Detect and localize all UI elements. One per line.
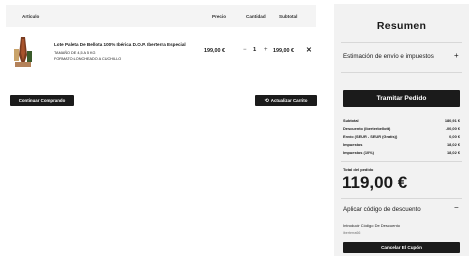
continue-shopping-button[interactable]: Continuar Comprando <box>10 95 74 106</box>
totals-label: Impuestos <box>343 142 363 147</box>
totals-value: 180,91 € <box>444 118 460 123</box>
checkout-button[interactable]: Tramitar Pedido <box>343 90 460 107</box>
divider <box>341 42 462 43</box>
quantity-increase-button[interactable]: + <box>264 47 268 53</box>
totals-value: -00,00 € <box>445 126 460 131</box>
shipping-estimate-toggle-label[interactable]: Estimación de envío e impuestos <box>343 53 434 60</box>
collapse-icon[interactable]: − <box>454 203 459 212</box>
header-subtotal: Subtotal <box>279 14 298 19</box>
totals-label: Subtotal <box>343 118 359 123</box>
product-subtotal: 199,00 € <box>273 48 294 54</box>
refresh-icon: ⟲ <box>264 97 269 104</box>
update-cart-button[interactable]: ⟲ Actualizar Carrito <box>255 95 317 106</box>
totals-label: Impuestos (10%) <box>343 150 374 155</box>
header-price: Precio <box>212 14 227 19</box>
expand-icon[interactable]: + <box>454 51 459 60</box>
product-format: FORMATO:LONCHEADO A CUCHILLO <box>54 57 122 61</box>
cancel-coupon-button[interactable]: Cancelar El Cupón <box>343 242 460 253</box>
remove-item-icon[interactable]: ✕ <box>306 46 312 54</box>
totals-value: 0,00 € <box>449 134 460 139</box>
order-total-value: 119,00 € <box>342 173 408 192</box>
totals-value: 18,02 € <box>447 150 460 155</box>
totals-label: Descuento (iberterbellott) <box>343 126 391 131</box>
divider <box>341 72 462 73</box>
product-size: TAMAÑO DE 4,5 A 5 KG <box>54 51 96 55</box>
header-article: Artículo <box>22 14 40 19</box>
quantity-decrease-button[interactable]: − <box>243 47 247 53</box>
continue-shopping-label: Continuar Comprando <box>18 98 66 103</box>
summary-title: Resumen <box>376 20 427 32</box>
totals-label: Envío (SEUR - SEUR (Gratis)) <box>343 134 398 139</box>
product-thumbnail[interactable] <box>12 35 34 69</box>
cancel-coupon-label: Cancelar El Cupón <box>381 245 422 250</box>
order-summary-panel: Resumen Estimación de envío e impuestos … <box>334 4 469 256</box>
cart-table-header: Artículo Precio Cantidad Subtotal <box>6 5 316 27</box>
order-total-label: Total del pedido <box>343 167 374 172</box>
divider <box>341 198 462 199</box>
checkout-label: Tramitar Pedido <box>376 95 427 102</box>
divider <box>341 161 462 162</box>
update-cart-label: Actualizar Carrito <box>270 98 308 103</box>
discount-code-toggle-label[interactable]: Aplicar código de descuento <box>343 206 421 213</box>
totals-value: 18,02 € <box>447 142 460 147</box>
discount-code-field-label: Introducir Código De Descuento <box>343 223 400 228</box>
discount-code-input[interactable] <box>343 229 460 237</box>
product-name[interactable]: Lote Paleta De Bellota 100% Ibérica D.O.… <box>54 42 186 47</box>
cart-item-row: Lote Paleta De Bellota 100% Ibérica D.O.… <box>6 30 316 78</box>
quantity-value[interactable]: 1 <box>253 47 256 53</box>
product-price: 199,00 € <box>204 48 225 54</box>
header-quantity: Cantidad <box>246 14 266 19</box>
